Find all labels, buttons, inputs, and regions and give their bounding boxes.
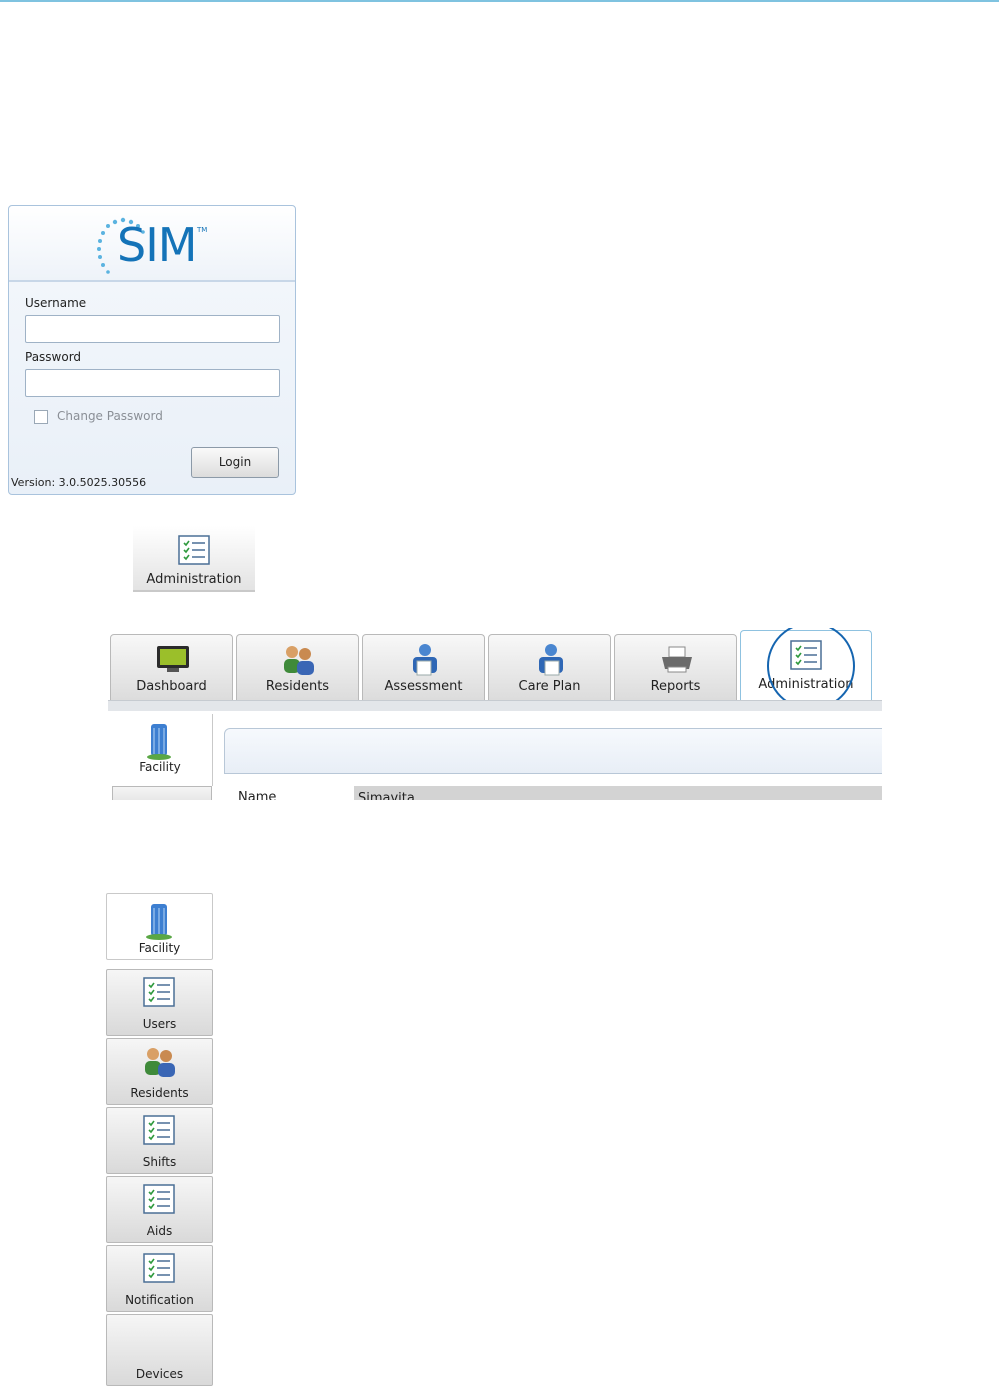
- sidebar-item-label: Devices: [135, 1367, 184, 1381]
- password-label: Password: [25, 350, 82, 364]
- main-tab-bar-preview: Dashboard Residents Assessment Care Plan…: [108, 628, 882, 800]
- assessment-icon: [413, 644, 437, 676]
- tab-care-plan[interactable]: Care Plan: [488, 634, 611, 700]
- checklist-icon: [143, 1115, 175, 1145]
- tab-reports[interactable]: Reports: [614, 634, 737, 700]
- checklist-icon: [143, 977, 175, 1007]
- tab-label: Reports: [650, 679, 701, 694]
- sidebar-item-devices[interactable]: Devices: [106, 1314, 213, 1386]
- tab-label: Dashboard: [136, 679, 207, 694]
- people-icon: [284, 646, 314, 675]
- building-icon: [147, 724, 171, 760]
- sidebar-item-facility-preview[interactable]: Facility: [108, 714, 213, 786]
- sidebar-item-users-preview[interactable]: [112, 786, 212, 800]
- tab-bar-baseline: [108, 700, 882, 711]
- top-border: [0, 0, 999, 2]
- tab-label: Care Plan: [518, 679, 581, 694]
- building-icon: [146, 904, 172, 940]
- change-password-label: Change Password: [57, 409, 163, 423]
- logo-text: SIM: [117, 218, 197, 272]
- login-panel: SIM TM Username Password Change Password…: [8, 205, 296, 495]
- tab-assessment[interactable]: Assessment: [362, 634, 485, 700]
- login-button[interactable]: Login: [191, 447, 279, 478]
- sidebar-item-label: Notification: [125, 1293, 194, 1307]
- sidebar-item-shifts[interactable]: Shifts: [106, 1107, 213, 1174]
- logo-area: SIM TM: [9, 206, 295, 282]
- administration-button[interactable]: Administration: [133, 526, 255, 592]
- tab-bar: Dashboard Residents Assessment Care Plan…: [108, 628, 882, 710]
- sidebar-item-aids[interactable]: Aids: [106, 1176, 213, 1243]
- tab-residents[interactable]: Residents: [236, 634, 359, 700]
- sidebar-item-notification[interactable]: Notification: [106, 1245, 213, 1312]
- checklist-icon: [143, 1253, 175, 1283]
- care-plan-icon: [539, 644, 563, 676]
- sidebar-item-label: Aids: [146, 1224, 173, 1238]
- password-input[interactable]: [25, 369, 280, 397]
- username-input[interactable]: [25, 315, 280, 343]
- sidebar-item-label: Users: [142, 1017, 177, 1031]
- change-password-checkbox[interactable]: [34, 410, 48, 424]
- tab-label: Residents: [265, 679, 330, 694]
- sidebar-item-users[interactable]: Users: [106, 969, 213, 1036]
- username-label: Username: [25, 296, 87, 310]
- checklist-icon: [143, 1184, 175, 1214]
- monitor-icon: [157, 646, 189, 672]
- version-text: Version: 3.0.5025.30556: [11, 476, 147, 489]
- sidebar-item-label: Facility: [139, 760, 181, 774]
- name-value-field[interactable]: Simavita: [354, 786, 882, 800]
- sidebar-item-residents[interactable]: Residents: [106, 1038, 213, 1105]
- people-icon: [145, 1048, 175, 1077]
- content-header-panel: [224, 728, 882, 774]
- checklist-icon: [178, 535, 210, 565]
- printer-icon: [662, 646, 692, 673]
- name-label: Name: [238, 790, 277, 800]
- sidebar-item-label: Shifts: [142, 1155, 177, 1169]
- admin-sidebar: Facility Users Residents Shifts Aids Not…: [106, 893, 214, 1387]
- sidebar-item-label: Residents: [130, 1086, 189, 1100]
- sidebar-item-label: Facility: [138, 941, 181, 955]
- tab-dashboard[interactable]: Dashboard: [110, 634, 233, 700]
- sidebar-item-facility[interactable]: Facility: [106, 893, 213, 960]
- name-row: Name Simavita: [224, 778, 882, 800]
- tab-label: Assessment: [384, 679, 463, 694]
- logo-trademark: TM: [197, 226, 208, 234]
- administration-button-label: Administration: [146, 572, 242, 587]
